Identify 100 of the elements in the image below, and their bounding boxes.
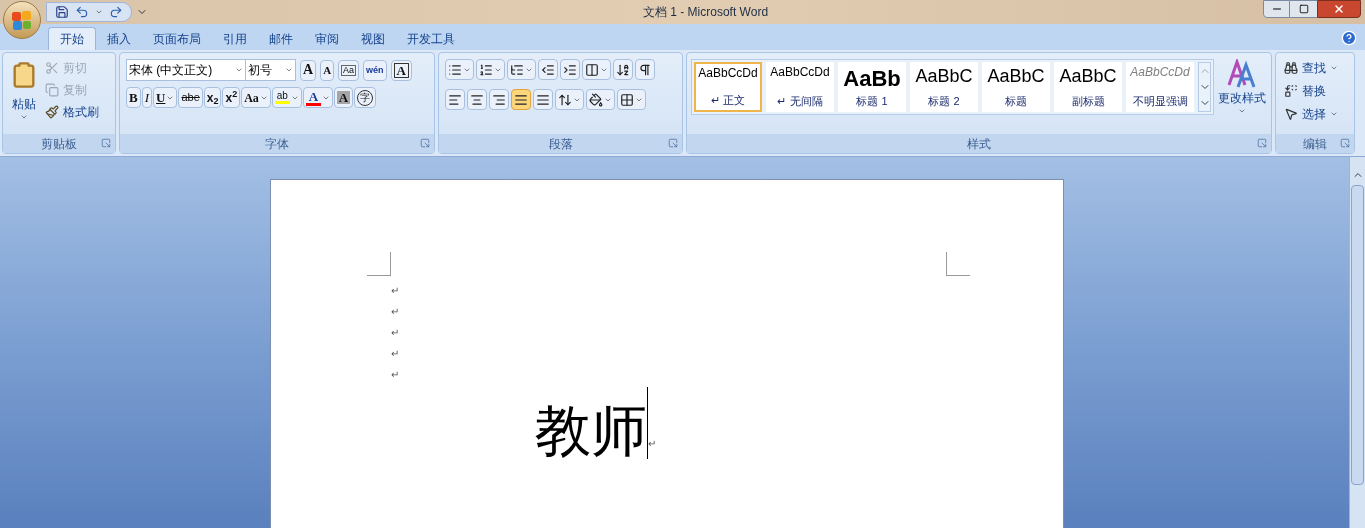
superscript-button[interactable]: x$^{2}$ xyxy=(222,87,241,108)
decrease-indent-button[interactable] xyxy=(538,59,558,80)
paragraph-mark: ↵ xyxy=(390,347,400,361)
paragraph-mark: ↵ xyxy=(390,326,400,340)
corner-mark xyxy=(366,252,391,276)
strikethrough-button[interactable]: abe xyxy=(178,87,203,108)
border-icon xyxy=(620,92,634,107)
group-label: 字体 xyxy=(265,135,289,153)
layout-icon xyxy=(585,62,599,77)
paragraph-mark: ↵ xyxy=(390,305,400,319)
style-item[interactable]: AaBbC 标题 2 xyxy=(910,62,978,112)
caret-icon xyxy=(1330,110,1338,118)
character-border-button[interactable]: A xyxy=(390,59,412,81)
ribbon-tab[interactable]: 页面布局 xyxy=(142,27,212,50)
restore-button[interactable] xyxy=(1290,0,1317,18)
distribute-icon xyxy=(536,92,550,107)
ribbon-tab[interactable]: 邮件 xyxy=(258,27,304,50)
bullets-button[interactable] xyxy=(445,59,474,80)
scroll-thumb[interactable] xyxy=(1351,185,1364,485)
select-button[interactable]: 选择 xyxy=(1284,105,1338,123)
restore-icon xyxy=(1298,4,1309,14)
save-icon[interactable] xyxy=(55,5,69,19)
show-marks-button[interactable] xyxy=(635,59,655,80)
borders-button[interactable] xyxy=(617,89,646,110)
enclose-character-button[interactable]: 字 xyxy=(354,87,377,108)
style-item[interactable]: AaBbCcDd 不明显强调 xyxy=(1126,62,1194,112)
style-item[interactable]: AaBbC 标题 xyxy=(982,62,1050,112)
style-item[interactable]: AaBbCcDd ↵ 正文 xyxy=(694,62,762,112)
caret-icon xyxy=(20,113,28,121)
ribbon-tab[interactable]: 开发工具 xyxy=(396,27,466,50)
ribbon-tab[interactable]: 插入 xyxy=(96,27,142,50)
bold-button[interactable]: B xyxy=(126,87,141,108)
ribbon-tab[interactable]: 视图 xyxy=(350,27,396,50)
undo-icon[interactable] xyxy=(75,5,89,19)
find-button[interactable]: 查找 xyxy=(1284,59,1338,77)
caret-icon xyxy=(1238,107,1246,115)
shrink-font-button[interactable]: A xyxy=(320,59,335,81)
subscript-button[interactable]: x$_{2}$ xyxy=(203,87,222,108)
window-title: 文档 1 - Microsoft Word xyxy=(642,4,769,21)
caret-icon xyxy=(285,66,293,74)
font-color-button[interactable]: A xyxy=(302,87,333,108)
group-label: 段落 xyxy=(548,135,573,153)
line-spacing-button[interactable] xyxy=(555,89,584,110)
close-button[interactable] xyxy=(1317,0,1361,18)
font-name-field[interactable]: 宋体 (中文正文) xyxy=(126,59,246,81)
replace-button[interactable]: 替换 xyxy=(1284,82,1338,100)
office-logo-icon xyxy=(11,9,33,31)
minimize-button[interactable] xyxy=(1263,0,1290,18)
decrease-indent-icon xyxy=(541,62,555,77)
corner-mark xyxy=(945,252,970,276)
vertical-scrollbar[interactable] xyxy=(1349,157,1365,528)
paste-button[interactable]: 粘贴 xyxy=(7,59,41,134)
format-painter-button[interactable]: 格式刷 xyxy=(45,103,99,121)
numbering-button[interactable] xyxy=(476,59,505,80)
change-case-button[interactable]: Aa xyxy=(241,87,271,108)
redo-icon[interactable] xyxy=(109,5,123,19)
align-right-icon xyxy=(492,92,506,107)
letters-icon xyxy=(1227,59,1257,89)
paragraph-mark: ↵ xyxy=(390,284,400,298)
underline-button[interactable]: U xyxy=(153,87,178,108)
font-size-field[interactable]: 初号 xyxy=(246,59,296,81)
increase-indent-button[interactable] xyxy=(560,59,580,80)
bullet-list-icon xyxy=(448,62,462,77)
justify-button[interactable] xyxy=(511,89,531,110)
paint-bucket-icon xyxy=(589,92,603,107)
asian-layout-button[interactable] xyxy=(582,59,611,80)
change-styles-button[interactable]: 更改样式 xyxy=(1218,59,1266,134)
pointer-icon xyxy=(1284,107,1298,121)
highlight-button[interactable]: ab xyxy=(271,87,302,108)
scissors-icon xyxy=(45,61,59,75)
sort-icon xyxy=(616,62,630,77)
multilevel-list-button[interactable] xyxy=(507,59,536,80)
shading-button[interactable] xyxy=(586,89,615,110)
ribbon-tab[interactable]: 引用 xyxy=(212,27,258,50)
clear-format-button[interactable]: Aa xyxy=(338,59,360,81)
align-left-button[interactable] xyxy=(445,89,465,110)
group-label: 剪贴板 xyxy=(41,135,77,153)
paintbrush-icon xyxy=(45,105,59,119)
phonetic-guide-button[interactable]: wén xyxy=(363,59,387,81)
close-icon xyxy=(1333,3,1345,15)
style-item[interactable]: AaBb 标题 1 xyxy=(838,62,906,112)
pilcrow-icon xyxy=(638,62,652,77)
help-icon[interactable] xyxy=(1341,30,1357,46)
ribbon-tab[interactable]: 审阅 xyxy=(304,27,350,50)
office-button[interactable] xyxy=(3,1,41,39)
line-spacing-icon xyxy=(558,92,572,107)
style-item[interactable]: AaBbC 副标题 xyxy=(1054,62,1122,112)
sort-button[interactable] xyxy=(613,59,633,80)
style-item[interactable]: AaBbCcDd ↵ 无间隔 xyxy=(766,62,834,112)
distribute-button[interactable] xyxy=(533,89,553,110)
ribbon-tab[interactable]: 开始 xyxy=(48,27,96,50)
italic-button[interactable]: I xyxy=(141,87,152,108)
caret-icon xyxy=(95,8,103,16)
character-shading-button[interactable]: A xyxy=(333,87,354,108)
multilevel-list-icon xyxy=(510,62,524,77)
align-center-button[interactable] xyxy=(467,89,487,110)
justify-icon xyxy=(514,92,528,107)
caret-icon xyxy=(235,66,243,74)
align-right-button[interactable] xyxy=(489,89,509,110)
grow-font-button[interactable]: A xyxy=(300,59,317,81)
